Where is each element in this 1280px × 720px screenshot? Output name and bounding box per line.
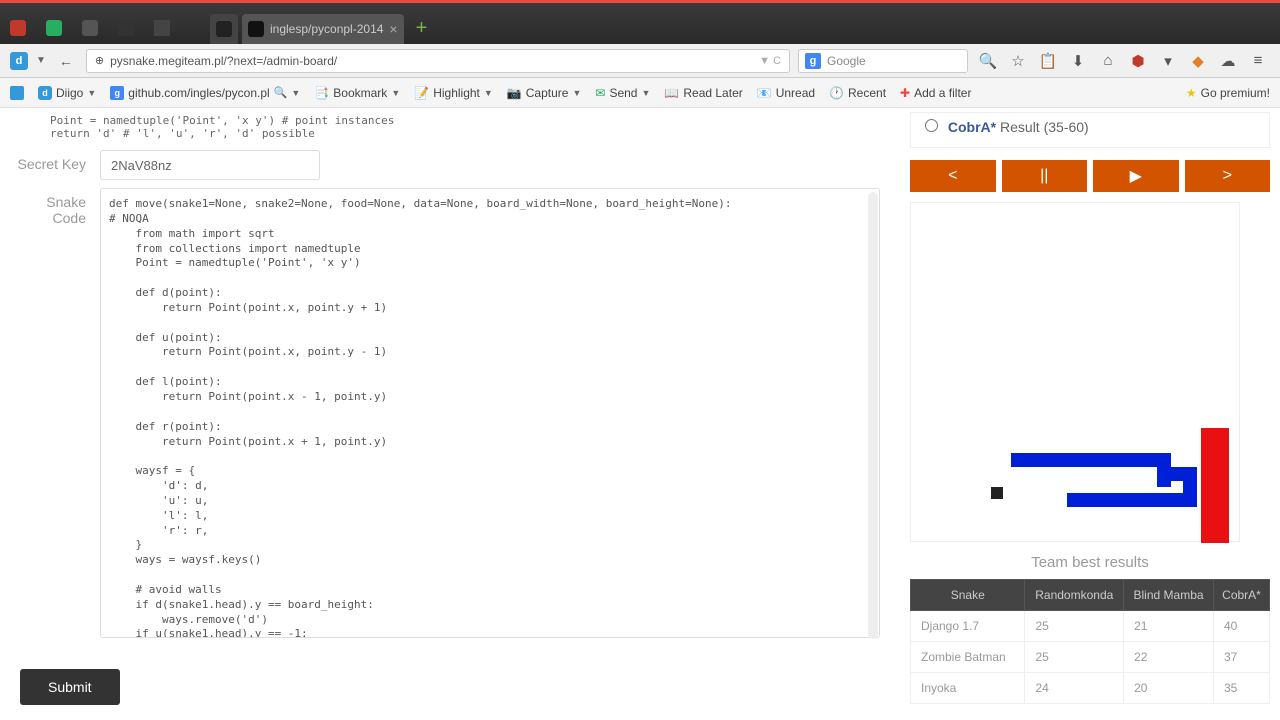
results-table: SnakeRandomkondaBlind MambaCobrA* Django… xyxy=(910,579,1270,704)
bm-readlater[interactable]: 📖Read Later xyxy=(664,86,742,100)
close-icon[interactable]: × xyxy=(389,21,397,37)
new-tab-button[interactable]: + xyxy=(416,17,428,44)
table-row: Inyoka242035 xyxy=(911,673,1270,704)
tab-title: inglesp/pyconpl-2014 xyxy=(270,22,383,36)
app-icon xyxy=(118,20,134,36)
ext-icon[interactable]: ◆ xyxy=(1186,49,1210,73)
download-icon[interactable]: ⬇ xyxy=(1066,49,1090,73)
os-titlebar: inglesp/pyconpl-2014 × + xyxy=(0,0,1280,44)
browser-tab-active[interactable]: inglesp/pyconpl-2014 × xyxy=(242,14,404,44)
scrollbar[interactable] xyxy=(868,192,878,639)
app-icon xyxy=(82,20,98,36)
diigo-icon[interactable]: d xyxy=(10,52,28,70)
bm-bookmark[interactable]: 📑Bookmark▼ xyxy=(314,86,400,100)
form-panel: Point = namedtuple('Point', 'x y') # poi… xyxy=(10,112,880,710)
url-bar: d ▼ ← ⊕ pysnake.megiteam.pl/?next=/admin… xyxy=(0,44,1280,78)
secret-key-input[interactable] xyxy=(100,150,320,180)
clipboard-icon[interactable]: 📋 xyxy=(1036,49,1060,73)
table-header: CobrA* xyxy=(1214,580,1270,611)
tab-favicon xyxy=(248,21,264,37)
prev-button[interactable]: < xyxy=(910,160,996,192)
bm-github[interactable]: ggithub.com/ingles/pycon.pl🔍▼ xyxy=(110,86,300,100)
bm-highlight[interactable]: 📝Highlight▼ xyxy=(414,86,493,100)
table-header: Randomkonda xyxy=(1025,580,1124,611)
back-button[interactable]: ← xyxy=(54,49,78,73)
bm-send[interactable]: ✉Send▼ xyxy=(595,86,650,100)
bm-premium[interactable]: ★Go premium! xyxy=(1186,86,1270,100)
table-row: Django 1.7252140 xyxy=(911,611,1270,642)
team-results-title: Team best results xyxy=(910,554,1270,571)
search-input[interactable]: g Google xyxy=(798,49,968,73)
ext-icon[interactable]: ⬢ xyxy=(1126,49,1150,73)
bm-app[interactable] xyxy=(10,86,24,100)
bm-capture[interactable]: 📷Capture▼ xyxy=(507,86,582,100)
browser-tab-inactive[interactable] xyxy=(210,14,238,44)
home-icon[interactable]: ⌂ xyxy=(1096,49,1120,73)
secret-key-label: Secret Key xyxy=(10,150,100,172)
app-icon xyxy=(10,20,26,36)
game-panel: CobrA* Result (35-60) < || ▶ > Team best… xyxy=(910,112,1270,710)
bookmarks-bar: dDiigo▼ ggithub.com/ingles/pycon.pl🔍▼ 📑B… xyxy=(0,78,1280,108)
bm-addfilter[interactable]: ✚Add a filter xyxy=(900,86,971,100)
radio-icon[interactable] xyxy=(925,119,938,132)
app-icon xyxy=(154,20,170,36)
snake-code-label: Snake Code xyxy=(10,188,100,226)
ext-icon[interactable]: ▾ xyxy=(1156,49,1180,73)
url-text: pysnake.megiteam.pl/?next=/admin-board/ xyxy=(110,54,337,68)
google-icon: g xyxy=(805,53,821,69)
search-icon[interactable]: 🔍 xyxy=(976,49,1000,73)
menu-icon[interactable]: ≡ xyxy=(1246,49,1270,73)
table-header: Blind Mamba xyxy=(1124,580,1214,611)
bm-recent[interactable]: 🕐Recent xyxy=(829,86,886,100)
playback-controls: < || ▶ > xyxy=(910,160,1270,192)
table-header: Snake xyxy=(911,580,1025,611)
code-preview: Point = namedtuple('Point', 'x y') # poi… xyxy=(10,112,880,142)
game-board xyxy=(910,202,1240,542)
pause-button[interactable]: || xyxy=(1002,160,1088,192)
tab-favicon xyxy=(216,21,232,37)
ext-icon[interactable]: ☁ xyxy=(1216,49,1240,73)
play-button[interactable]: ▶ xyxy=(1093,160,1179,192)
url-input[interactable]: ⊕ pysnake.megiteam.pl/?next=/admin-board… xyxy=(86,49,790,73)
bm-unread[interactable]: 📧Unread xyxy=(757,86,815,100)
table-row: Zombie Batman252237 xyxy=(911,642,1270,673)
result-selector: CobrA* Result (35-60) xyxy=(910,112,1270,148)
submit-button[interactable]: Submit xyxy=(20,669,120,705)
next-button[interactable]: > xyxy=(1185,160,1271,192)
app-icon xyxy=(46,20,62,36)
snake-code-input[interactable] xyxy=(100,188,880,638)
bm-diigo[interactable]: dDiigo▼ xyxy=(38,86,96,100)
star-icon[interactable]: ☆ xyxy=(1006,49,1030,73)
result-option[interactable]: CobrA* Result (35-60) xyxy=(925,117,1255,137)
